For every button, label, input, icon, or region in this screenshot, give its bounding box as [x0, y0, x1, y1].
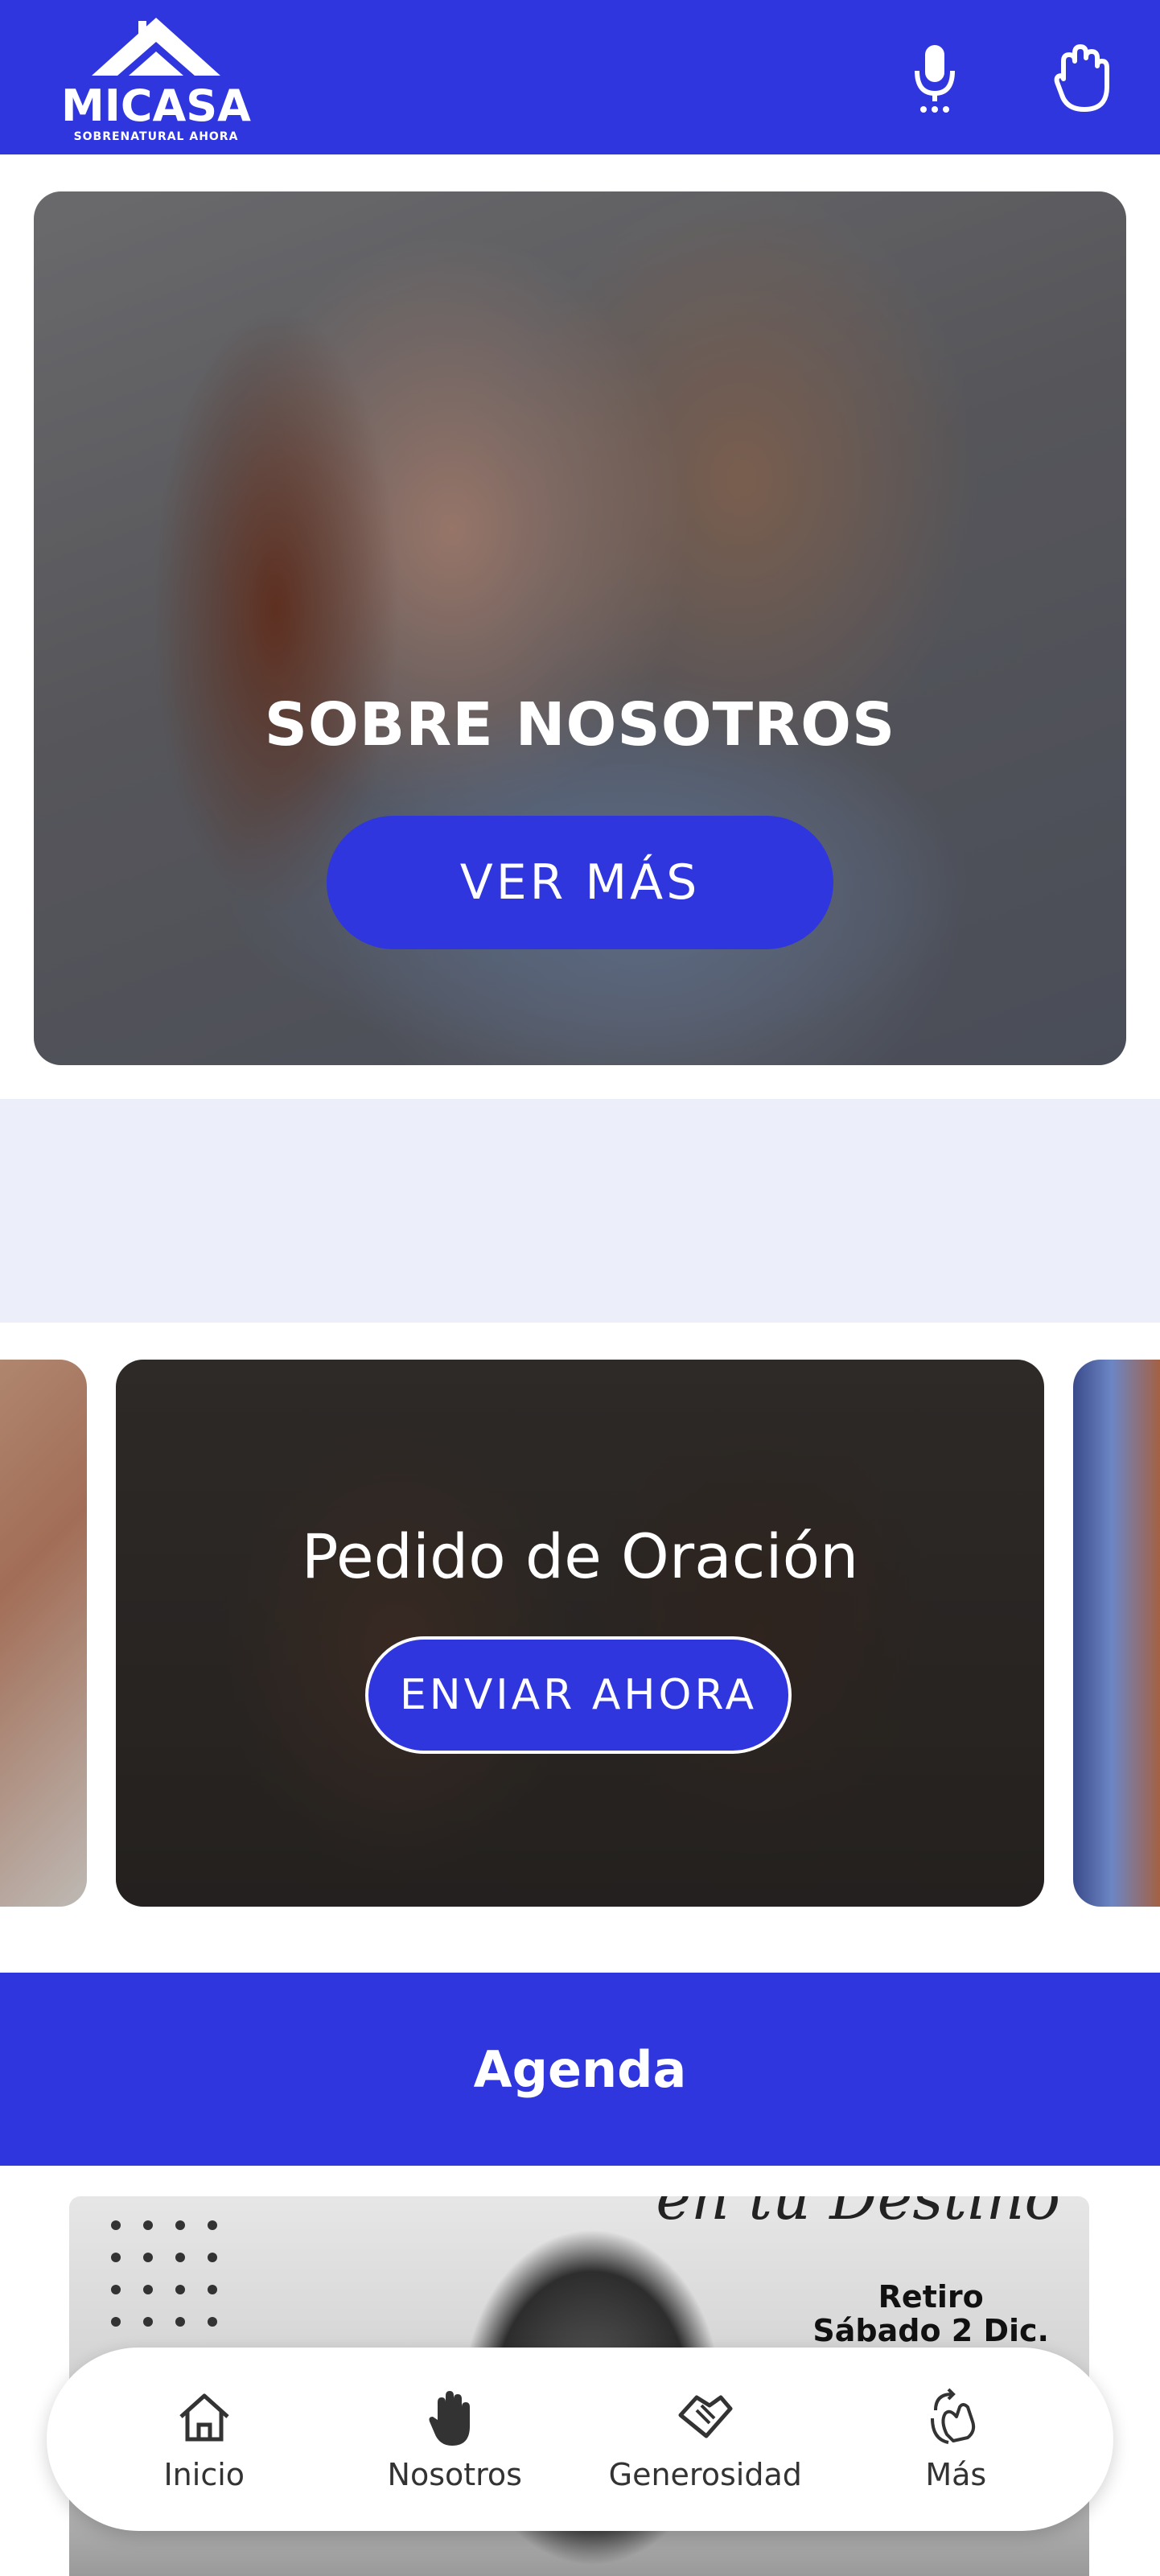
home-icon [179, 2393, 229, 2442]
more-icon [931, 2388, 976, 2444]
hero-title: SOBRE NOSOTROS [264, 690, 896, 759]
carousel-card-previous[interactable] [0, 1360, 87, 1907]
micasa-logo[interactable]: MICASA SOBRENATURAL AHORA [43, 14, 269, 143]
app-header: MICASA SOBRENATURAL AHORA [0, 0, 1160, 154]
agenda-header: Agenda [0, 1973, 1160, 2166]
logo-text: MICASA [61, 80, 251, 131]
bottom-nav: Inicio Nosotros Generosidad Más [47, 2348, 1113, 2531]
carousel-card-next[interactable] [1073, 1360, 1160, 1907]
nav-item-inicio[interactable]: Inicio [92, 2386, 317, 2492]
nav-label-mas: Más [925, 2457, 987, 2492]
event-script-text: en tu Destino [656, 2196, 1060, 2233]
event-line-1: Retiro [878, 2279, 984, 2315]
nav-item-mas[interactable]: Más [843, 2386, 1068, 2492]
nav-label-nosotros: Nosotros [387, 2457, 522, 2492]
nav-item-nosotros[interactable]: Nosotros [342, 2386, 567, 2492]
agenda-title: Agenda [473, 2039, 687, 2099]
logo-subtext: SOBRENATURAL AHORA [74, 130, 239, 143]
nav-label-generosidad: Generosidad [608, 2457, 802, 2492]
hand-icon [429, 2391, 471, 2446]
nav-label-inicio: Inicio [163, 2457, 245, 2492]
prayer-request-title: Pedido de Oración [301, 1520, 859, 1592]
nav-item-generosidad[interactable]: Generosidad [593, 2386, 818, 2492]
enviar-ahora-button[interactable]: ENVIAR AHORA [365, 1636, 792, 1754]
event-details: Retiro Sábado 2 Dic. [812, 2280, 1049, 2348]
hero-banner[interactable]: SOBRE NOSOTROS VER MÁS [34, 191, 1126, 1065]
event-line-2: Sábado 2 Dic. [812, 2313, 1049, 2348]
handshake-icon [678, 2395, 733, 2438]
ver-mas-button[interactable]: VER MÁS [327, 816, 833, 949]
spacer-band [0, 1099, 1160, 1323]
decorative-dots [111, 2220, 219, 2327]
microphone-icon[interactable] [901, 42, 969, 114]
prayer-request-card[interactable]: Pedido de Oración ENVIAR AHORA [116, 1360, 1044, 1907]
praying-hand-icon[interactable] [1049, 42, 1117, 114]
